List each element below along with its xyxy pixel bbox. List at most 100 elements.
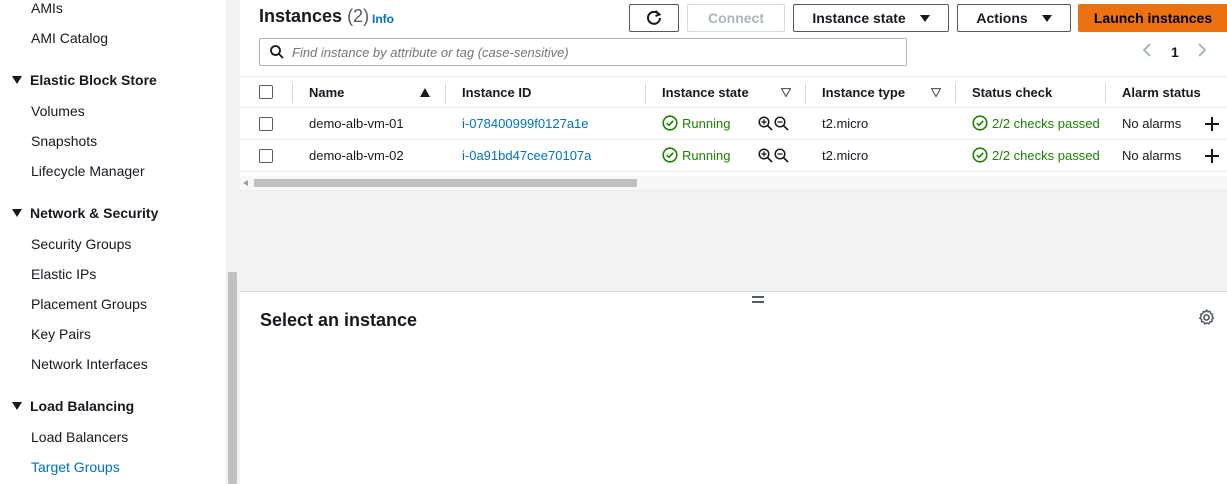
split-panel-divider[interactable] bbox=[240, 291, 1227, 292]
previous-page-button[interactable] bbox=[1141, 42, 1153, 61]
column-divider[interactable] bbox=[1105, 83, 1106, 103]
info-link[interactable]: Info bbox=[372, 12, 394, 26]
column-divider[interactable] bbox=[645, 83, 646, 103]
column-divider[interactable] bbox=[445, 83, 446, 103]
search-input[interactable] bbox=[292, 44, 892, 60]
launch-instances-button[interactable]: Launch instances bbox=[1078, 4, 1227, 32]
scroll-left-arrow-icon[interactable] bbox=[243, 180, 248, 186]
column-header-instance-type[interactable]: Instance type bbox=[822, 85, 905, 100]
status-check-passed: 2/2 checks passed bbox=[972, 115, 1100, 131]
column-divider[interactable] bbox=[805, 83, 806, 103]
next-page-button[interactable] bbox=[1196, 42, 1208, 61]
status-check-passed: 2/2 checks passed bbox=[972, 147, 1100, 163]
table-scrollbar-thumb[interactable] bbox=[254, 179, 637, 187]
sidebar-item-lifecycle-manager[interactable]: Lifecycle Manager bbox=[31, 163, 145, 179]
instance-type: t2.micro bbox=[822, 116, 869, 131]
main-content: Instances (2) Info Connect Instance stat… bbox=[240, 0, 1227, 484]
table-empty-area bbox=[240, 190, 1227, 291]
instance-state-label: Instance state bbox=[812, 10, 906, 26]
filter-triangle-icon[interactable] bbox=[931, 88, 941, 97]
sidebar-nav: AMIs AMI Catalog Elastic Block Store Vol… bbox=[0, 0, 226, 484]
sidebar-item-load-balancers[interactable]: Load Balancers bbox=[31, 429, 128, 445]
zoom-in-icon[interactable] bbox=[758, 116, 773, 131]
page-title: Instances (2) bbox=[259, 6, 369, 27]
chevron-left-icon bbox=[1142, 43, 1151, 57]
column-divider[interactable] bbox=[292, 83, 293, 103]
check-circle-icon bbox=[972, 147, 988, 163]
add-alarm-icon[interactable] bbox=[1205, 117, 1219, 131]
sidebar-section-label: Network & Security bbox=[30, 205, 159, 221]
sidebar-item-target-groups[interactable]: Target Groups bbox=[31, 459, 120, 475]
instance-name: demo-alb-vm-01 bbox=[309, 116, 404, 131]
sidebar-scrollbar-thumb[interactable] bbox=[228, 272, 237, 484]
table-horizontal-scrollbar[interactable] bbox=[240, 176, 1227, 190]
column-header-instance-state[interactable]: Instance state bbox=[662, 85, 749, 100]
page-title-text: Instances bbox=[259, 6, 343, 26]
zoom-in-icon[interactable] bbox=[758, 148, 773, 163]
details-panel-title: Select an instance bbox=[260, 310, 418, 330]
instance-state-running: Running bbox=[662, 147, 730, 163]
status-check-label: 2/2 checks passed bbox=[992, 115, 1100, 131]
instance-state-running: Running bbox=[662, 115, 730, 131]
check-circle-icon bbox=[662, 115, 678, 131]
sidebar-section-label: Load Balancing bbox=[30, 398, 135, 414]
zoom-out-icon[interactable] bbox=[774, 116, 789, 131]
table-row[interactable]: demo-alb-vm-01 i-078400999f0127a1e Runni… bbox=[240, 108, 1227, 140]
instance-count: (2) bbox=[347, 6, 370, 26]
column-header-name[interactable]: Name bbox=[309, 85, 344, 100]
column-header-status-check[interactable]: Status check bbox=[972, 85, 1052, 100]
caret-down-icon bbox=[12, 76, 22, 84]
gear-icon[interactable] bbox=[1198, 309, 1215, 326]
instance-state-label: Running bbox=[682, 115, 731, 131]
sidebar-item-snapshots[interactable]: Snapshots bbox=[31, 133, 97, 149]
page-number[interactable]: 1 bbox=[1171, 44, 1179, 60]
instance-state-dropdown[interactable]: Instance state bbox=[793, 4, 949, 32]
instance-id-link[interactable]: i-0a91bd47cee70107a bbox=[462, 148, 591, 163]
select-all-checkbox[interactable] bbox=[259, 85, 273, 99]
sidebar-section-network-security[interactable]: Network & Security bbox=[12, 205, 158, 221]
table-row[interactable]: demo-alb-vm-02 i-0a91bd47cee70107a Runni… bbox=[240, 140, 1227, 172]
table-header: Name Instance ID Instance state Instance… bbox=[240, 76, 1227, 108]
sort-ascending-icon[interactable] bbox=[420, 88, 430, 97]
alarm-status: No alarms bbox=[1122, 148, 1182, 163]
connect-button[interactable]: Connect bbox=[687, 4, 785, 32]
filter-triangle-icon[interactable] bbox=[781, 88, 791, 97]
check-circle-icon bbox=[972, 115, 988, 131]
column-header-alarm-status[interactable]: Alarm status bbox=[1122, 85, 1201, 100]
zoom-out-icon[interactable] bbox=[774, 148, 789, 163]
search-icon bbox=[270, 45, 284, 59]
refresh-button[interactable] bbox=[629, 4, 679, 32]
row-checkbox[interactable] bbox=[259, 149, 273, 163]
column-divider[interactable] bbox=[955, 83, 956, 103]
instance-state-label: Running bbox=[682, 147, 731, 163]
sidebar-item-key-pairs[interactable]: Key Pairs bbox=[31, 326, 91, 342]
drag-handle-icon[interactable] bbox=[752, 296, 764, 304]
sidebar-item-network-interfaces[interactable]: Network Interfaces bbox=[31, 356, 148, 372]
sidebar-item-ami-catalog[interactable]: AMI Catalog bbox=[31, 30, 108, 46]
actions-dropdown[interactable]: Actions bbox=[957, 4, 1071, 32]
sidebar-item-elastic-ips[interactable]: Elastic IPs bbox=[31, 266, 96, 282]
chevron-down-icon bbox=[919, 14, 930, 22]
chevron-down-icon bbox=[1041, 14, 1052, 22]
caret-down-icon bbox=[12, 402, 22, 410]
instance-type: t2.micro bbox=[822, 148, 869, 163]
check-circle-icon bbox=[662, 147, 678, 163]
sidebar-item-security-groups[interactable]: Security Groups bbox=[31, 236, 131, 252]
chevron-right-icon bbox=[1198, 43, 1207, 57]
alarm-status: No alarms bbox=[1122, 116, 1182, 131]
sidebar-section-load-balancing[interactable]: Load Balancing bbox=[12, 398, 134, 414]
row-checkbox[interactable] bbox=[259, 117, 273, 131]
instance-id-link[interactable]: i-078400999f0127a1e bbox=[462, 116, 589, 131]
sidebar-item-amis[interactable]: AMIs bbox=[31, 0, 63, 16]
sidebar-item-volumes[interactable]: Volumes bbox=[31, 103, 85, 119]
sidebar-item-placement-groups[interactable]: Placement Groups bbox=[31, 296, 147, 312]
column-header-instance-id[interactable]: Instance ID bbox=[462, 85, 531, 100]
add-alarm-icon[interactable] bbox=[1205, 149, 1219, 163]
search-field[interactable] bbox=[259, 38, 907, 66]
refresh-icon bbox=[647, 10, 662, 25]
instance-name: demo-alb-vm-02 bbox=[309, 148, 404, 163]
status-check-label: 2/2 checks passed bbox=[992, 147, 1100, 163]
sidebar-section-elastic-block-store[interactable]: Elastic Block Store bbox=[12, 72, 157, 88]
actions-label: Actions bbox=[976, 10, 1028, 26]
sidebar-section-label: Elastic Block Store bbox=[30, 72, 157, 88]
